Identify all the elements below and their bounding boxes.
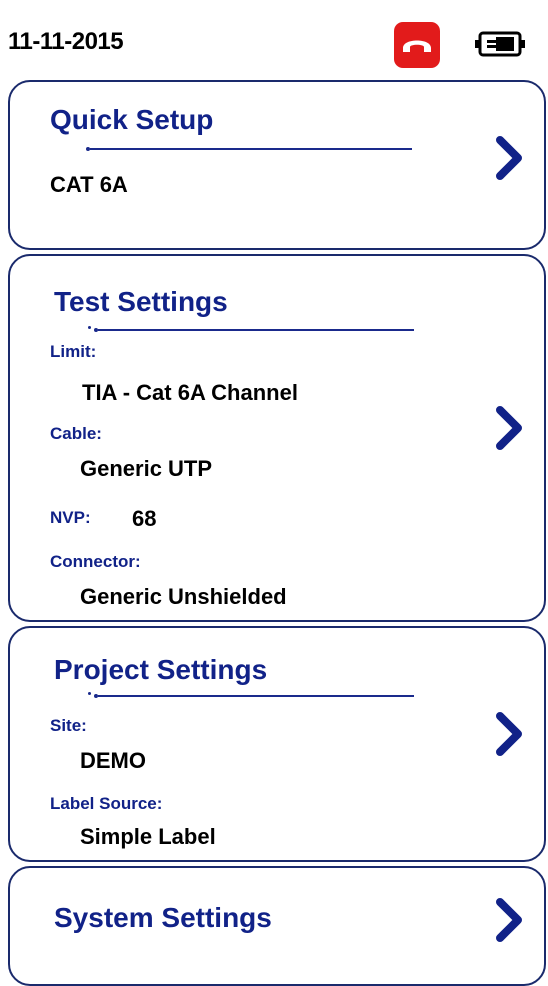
battery-plug-icon — [474, 30, 526, 58]
connector-value: Generic Unshielded — [80, 584, 287, 609]
cable-value: Generic UTP — [80, 456, 213, 481]
label-source-label: Label Source: — [50, 794, 163, 813]
project-settings-card[interactable]: Project Settings Site: DEMO Label Source… — [8, 626, 546, 862]
divider-dot — [88, 692, 91, 695]
test-settings-card[interactable]: Test Settings Limit: TIA - Cat 6A Channe… — [8, 254, 546, 622]
call-end-icon[interactable] — [394, 22, 440, 68]
quick-setup-card[interactable]: Quick Setup CAT 6A — [8, 80, 546, 250]
limit-value: TIA - Cat 6A Channel — [82, 380, 298, 405]
nvp-label: NVP: — [50, 508, 91, 527]
connector-label: Connector: — [50, 552, 141, 571]
nvp-value: 68 — [132, 506, 157, 531]
cable-label: Cable: — [50, 424, 102, 443]
divider — [90, 148, 412, 150]
status-bar: 11-11-2015 — [0, 0, 548, 80]
date-label: 11-11-2015 — [8, 28, 124, 55]
chevron-right-icon — [496, 136, 524, 180]
limit-label: Limit: — [50, 342, 97, 361]
divider — [98, 695, 414, 697]
divider-dot — [88, 326, 91, 329]
site-value: DEMO — [80, 748, 146, 773]
system-settings-title: System Settings — [54, 902, 272, 933]
system-settings-card[interactable]: System Settings — [8, 866, 546, 986]
chevron-right-icon — [496, 898, 524, 942]
test-settings-title: Test Settings — [54, 286, 228, 317]
chevron-right-icon — [496, 712, 524, 756]
quick-setup-title: Quick Setup — [50, 104, 214, 135]
project-settings-title: Project Settings — [54, 654, 268, 685]
divider — [98, 329, 414, 331]
quick-setup-value: CAT 6A — [50, 172, 128, 197]
site-label: Site: — [50, 716, 87, 735]
chevron-right-icon — [496, 406, 524, 450]
label-source-value: Simple Label — [80, 824, 216, 849]
